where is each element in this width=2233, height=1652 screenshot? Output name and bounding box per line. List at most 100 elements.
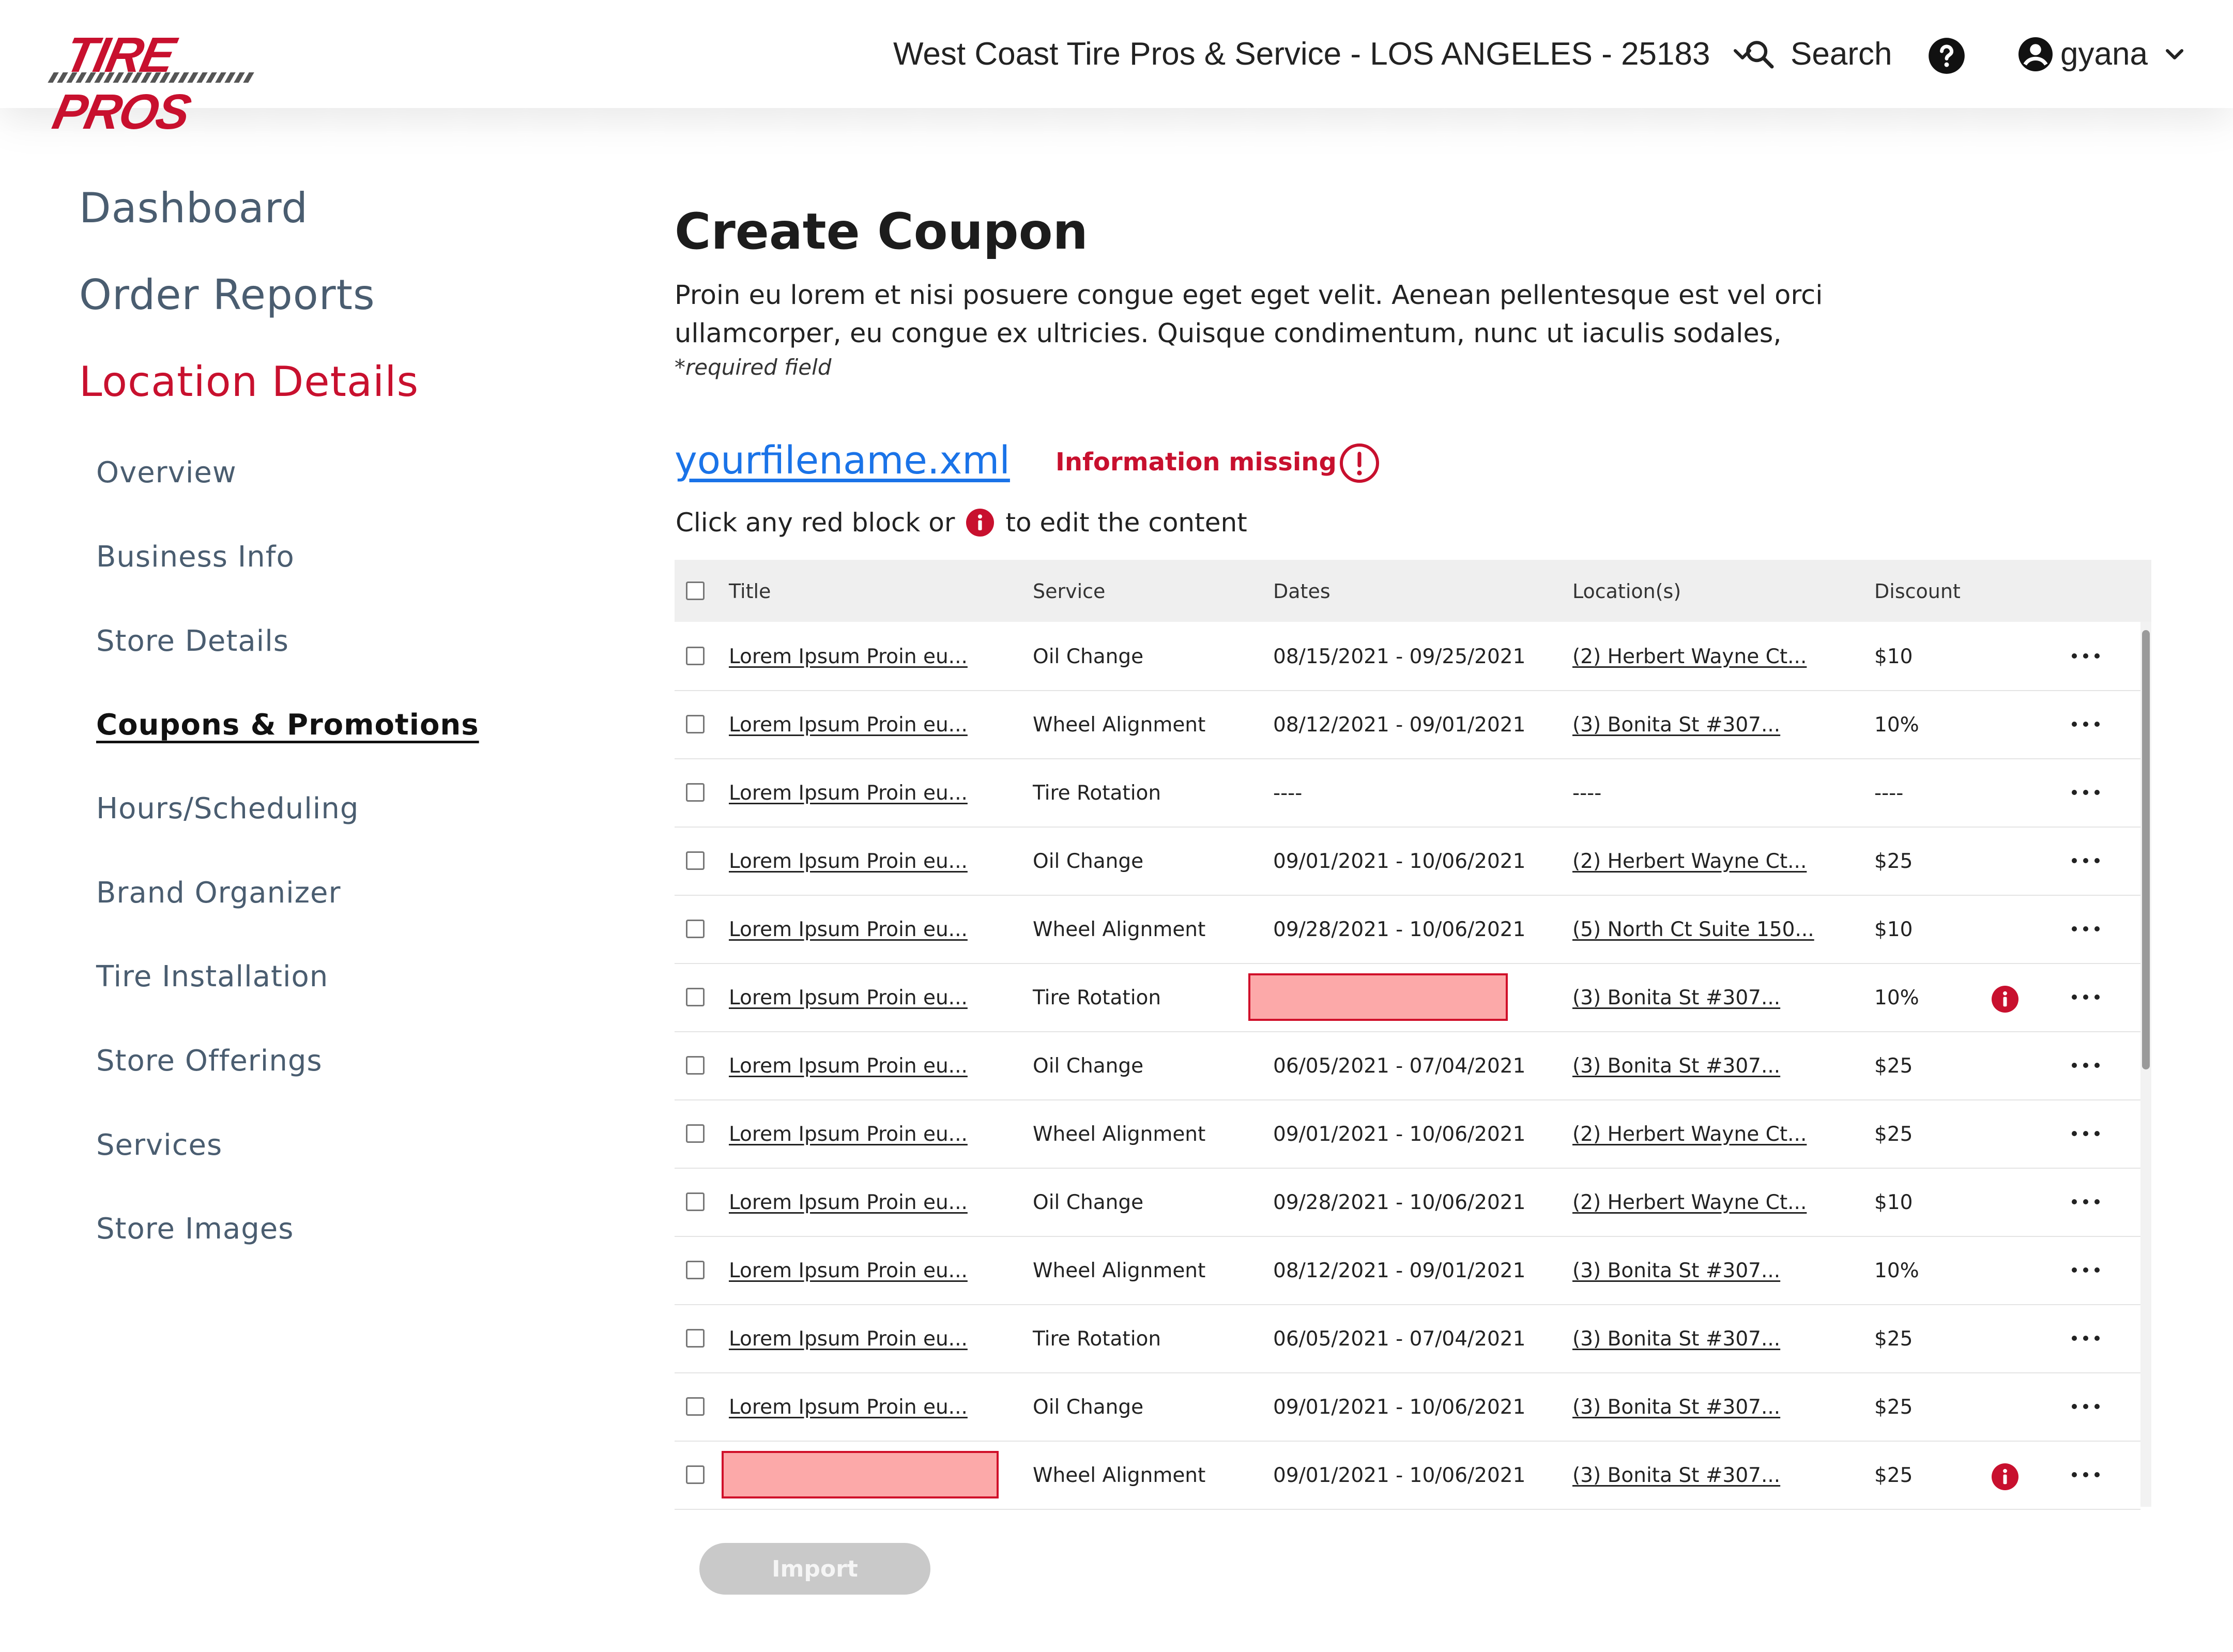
more-horizontal-icon[interactable] <box>2070 858 2101 864</box>
help-icon[interactable] <box>1927 36 1966 75</box>
row-checkbox[interactable] <box>686 920 705 938</box>
sidebar-item-location-details[interactable]: Location Details <box>79 358 419 406</box>
table-row[interactable]: Lorem Ipsum Proin eu... Tire Rotation (3) … <box>675 963 2140 1032</box>
info-icon[interactable] <box>1992 986 2018 1013</box>
location-link[interactable]: (2) Herbert Wayne Ct... <box>1572 1123 1807 1146</box>
search-icon <box>1746 40 1774 68</box>
row-checkbox[interactable] <box>686 1261 705 1279</box>
sidebar-item-store-images[interactable]: Store Images <box>96 1212 294 1246</box>
more-horizontal-icon[interactable] <box>2070 789 2101 796</box>
row-checkbox[interactable] <box>686 988 705 1006</box>
location-selector[interactable]: West Coast Tire Pros & Service - LOS ANG… <box>893 32 1757 76</box>
import-button[interactable]: Import <box>699 1543 930 1595</box>
location-link[interactable]: (2) Herbert Wayne Ct... <box>1572 1191 1807 1214</box>
more-horizontal-icon[interactable] <box>2070 994 2101 1000</box>
sidebar-item-tire-installation[interactable]: Tire Installation <box>96 960 328 993</box>
more-horizontal-icon[interactable] <box>2070 721 2101 727</box>
coupon-title-link[interactable]: Lorem Ipsum Proin eu... <box>729 918 968 941</box>
filename-link[interactable]: yourfilename.xml <box>675 438 1010 483</box>
location-link[interactable]: (3) Bonita St #307... <box>1572 986 1780 1009</box>
column-header-service[interactable]: Service <box>1033 580 1105 603</box>
coupon-title-link[interactable]: Lorem Ipsum Proin eu... <box>729 1054 968 1078</box>
coupon-title-link[interactable]: Lorem Ipsum Proin eu... <box>729 782 968 805</box>
more-horizontal-icon[interactable] <box>2070 1199 2101 1205</box>
column-header-dates[interactable]: Dates <box>1273 580 1330 603</box>
sidebar-item-store-offerings[interactable]: Store Offerings <box>96 1044 323 1078</box>
location-link[interactable]: (3) Bonita St #307... <box>1572 1396 1780 1419</box>
missing-dates-block[interactable] <box>1248 973 1508 1021</box>
column-header-locations[interactable]: Location(s) <box>1572 580 1681 603</box>
missing-title-block[interactable] <box>722 1451 999 1498</box>
more-horizontal-icon[interactable] <box>2070 1130 2101 1137</box>
scrollbar-thumb[interactable] <box>2142 630 2150 1069</box>
coupon-title-link[interactable]: Lorem Ipsum Proin eu... <box>729 1327 968 1351</box>
table-row[interactable]: Lorem Ipsum Proin eu... Oil Change 08/15/2… <box>675 622 2140 691</box>
select-all-checkbox[interactable] <box>686 582 705 600</box>
sidebar-item-brand-organizer[interactable]: Brand Organizer <box>96 876 341 910</box>
row-checkbox[interactable] <box>686 851 705 870</box>
row-checkbox[interactable] <box>686 1056 705 1075</box>
sidebar-item-business-info[interactable]: Business Info <box>96 540 295 574</box>
more-horizontal-icon[interactable] <box>2070 926 2101 932</box>
coupon-title-link[interactable]: Lorem Ipsum Proin eu... <box>729 986 968 1009</box>
location-label: West Coast Tire Pros & Service - LOS ANG… <box>893 36 1710 72</box>
sidebar-item-order-reports[interactable]: Order Reports <box>79 271 375 319</box>
sidebar-item-coupons-promotions[interactable]: Coupons & Promotions <box>96 708 479 742</box>
sidebar-item-hours-scheduling[interactable]: Hours/Scheduling <box>96 792 359 825</box>
table-row[interactable]: Lorem Ipsum Proin eu... Oil Change 09/01/2… <box>675 1372 2140 1442</box>
row-checkbox[interactable] <box>686 647 705 665</box>
row-checkbox[interactable] <box>686 1124 705 1143</box>
location-link[interactable]: (3) Bonita St #307... <box>1572 1054 1780 1078</box>
more-horizontal-icon[interactable] <box>2070 1472 2101 1478</box>
coupon-title-link[interactable]: Lorem Ipsum Proin eu... <box>729 1259 968 1282</box>
table-row[interactable]: Wheel Alignment 09/01/2021 - 10/06/2021 (3… <box>675 1441 2140 1510</box>
search-button[interactable]: Search <box>1743 32 1892 76</box>
row-checkbox[interactable] <box>686 1397 705 1416</box>
row-checkbox[interactable] <box>686 1465 705 1484</box>
table-row[interactable]: Lorem Ipsum Proin eu... Oil Change 06/05/2… <box>675 1031 2140 1100</box>
table-scrollbar[interactable] <box>2140 622 2151 1507</box>
row-checkbox[interactable] <box>686 783 705 802</box>
table-row[interactable]: Lorem Ipsum Proin eu... Oil Change 09/01/2… <box>675 827 2140 896</box>
table-row[interactable]: Lorem Ipsum Proin eu... Oil Change 09/28/2… <box>675 1168 2140 1237</box>
discount-cell: 10% <box>1874 986 1919 1009</box>
sidebar-item-store-details[interactable]: Store Details <box>96 624 289 658</box>
location-link[interactable]: (3) Bonita St #307... <box>1572 1259 1780 1282</box>
coupon-title-link[interactable]: Lorem Ipsum Proin eu... <box>729 645 968 668</box>
sidebar-item-services[interactable]: Services <box>96 1128 222 1162</box>
table-row[interactable]: Lorem Ipsum Proin eu... Wheel Alignment 09… <box>675 1099 2140 1169</box>
location-link[interactable]: (3) Bonita St #307... <box>1572 1464 1780 1487</box>
tire-pros-logo[interactable]: TIRE PROS <box>48 27 268 140</box>
more-horizontal-icon[interactable] <box>2070 1403 2101 1410</box>
column-header-discount[interactable]: Discount <box>1874 580 1961 603</box>
more-horizontal-icon[interactable] <box>2070 653 2101 659</box>
more-horizontal-icon[interactable] <box>2070 1267 2101 1273</box>
coupon-title-link[interactable]: Lorem Ipsum Proin eu... <box>729 1123 968 1146</box>
location-link[interactable]: (3) Bonita St #307... <box>1572 713 1780 737</box>
row-checkbox[interactable] <box>686 1192 705 1211</box>
coupon-title-link[interactable]: Lorem Ipsum Proin eu... <box>729 713 968 737</box>
location-link[interactable]: (2) Herbert Wayne Ct... <box>1572 850 1807 873</box>
row-checkbox[interactable] <box>686 715 705 733</box>
table-row[interactable]: Lorem Ipsum Proin eu... Wheel Alignment 09… <box>675 895 2140 964</box>
table-row[interactable]: Lorem Ipsum Proin eu... Tire Rotation 06/0… <box>675 1304 2140 1373</box>
table-row[interactable]: Lorem Ipsum Proin eu... Tire Rotation ----… <box>675 758 2140 828</box>
location-link[interactable]: (3) Bonita St #307... <box>1572 1327 1780 1351</box>
user-menu[interactable]: gyana <box>2017 32 2189 76</box>
location-link[interactable]: (5) North Ct Suite 150... <box>1572 918 1814 941</box>
table-row[interactable]: Lorem Ipsum Proin eu... Wheel Alignment 08… <box>675 1236 2140 1305</box>
coupon-title-link[interactable]: Lorem Ipsum Proin eu... <box>729 1191 968 1214</box>
row-checkbox[interactable] <box>686 1329 705 1348</box>
coupon-title-link[interactable]: Lorem Ipsum Proin eu... <box>729 850 968 873</box>
info-icon[interactable] <box>1992 1463 2018 1490</box>
sidebar-item-overview[interactable]: Overview <box>96 456 237 490</box>
sidebar-item-dashboard[interactable]: Dashboard <box>79 184 308 232</box>
service-cell: Oil Change <box>1033 1191 1144 1214</box>
more-horizontal-icon[interactable] <box>2070 1062 2101 1068</box>
location-link[interactable]: (2) Herbert Wayne Ct... <box>1572 645 1807 668</box>
column-header-title[interactable]: Title <box>729 580 771 603</box>
coupon-title-link[interactable]: Lorem Ipsum Proin eu... <box>729 1396 968 1419</box>
table-row[interactable]: Lorem Ipsum Proin eu... Wheel Alignment 08… <box>675 690 2140 759</box>
dates-cell: ---- <box>1273 782 1303 805</box>
more-horizontal-icon[interactable] <box>2070 1335 2101 1341</box>
